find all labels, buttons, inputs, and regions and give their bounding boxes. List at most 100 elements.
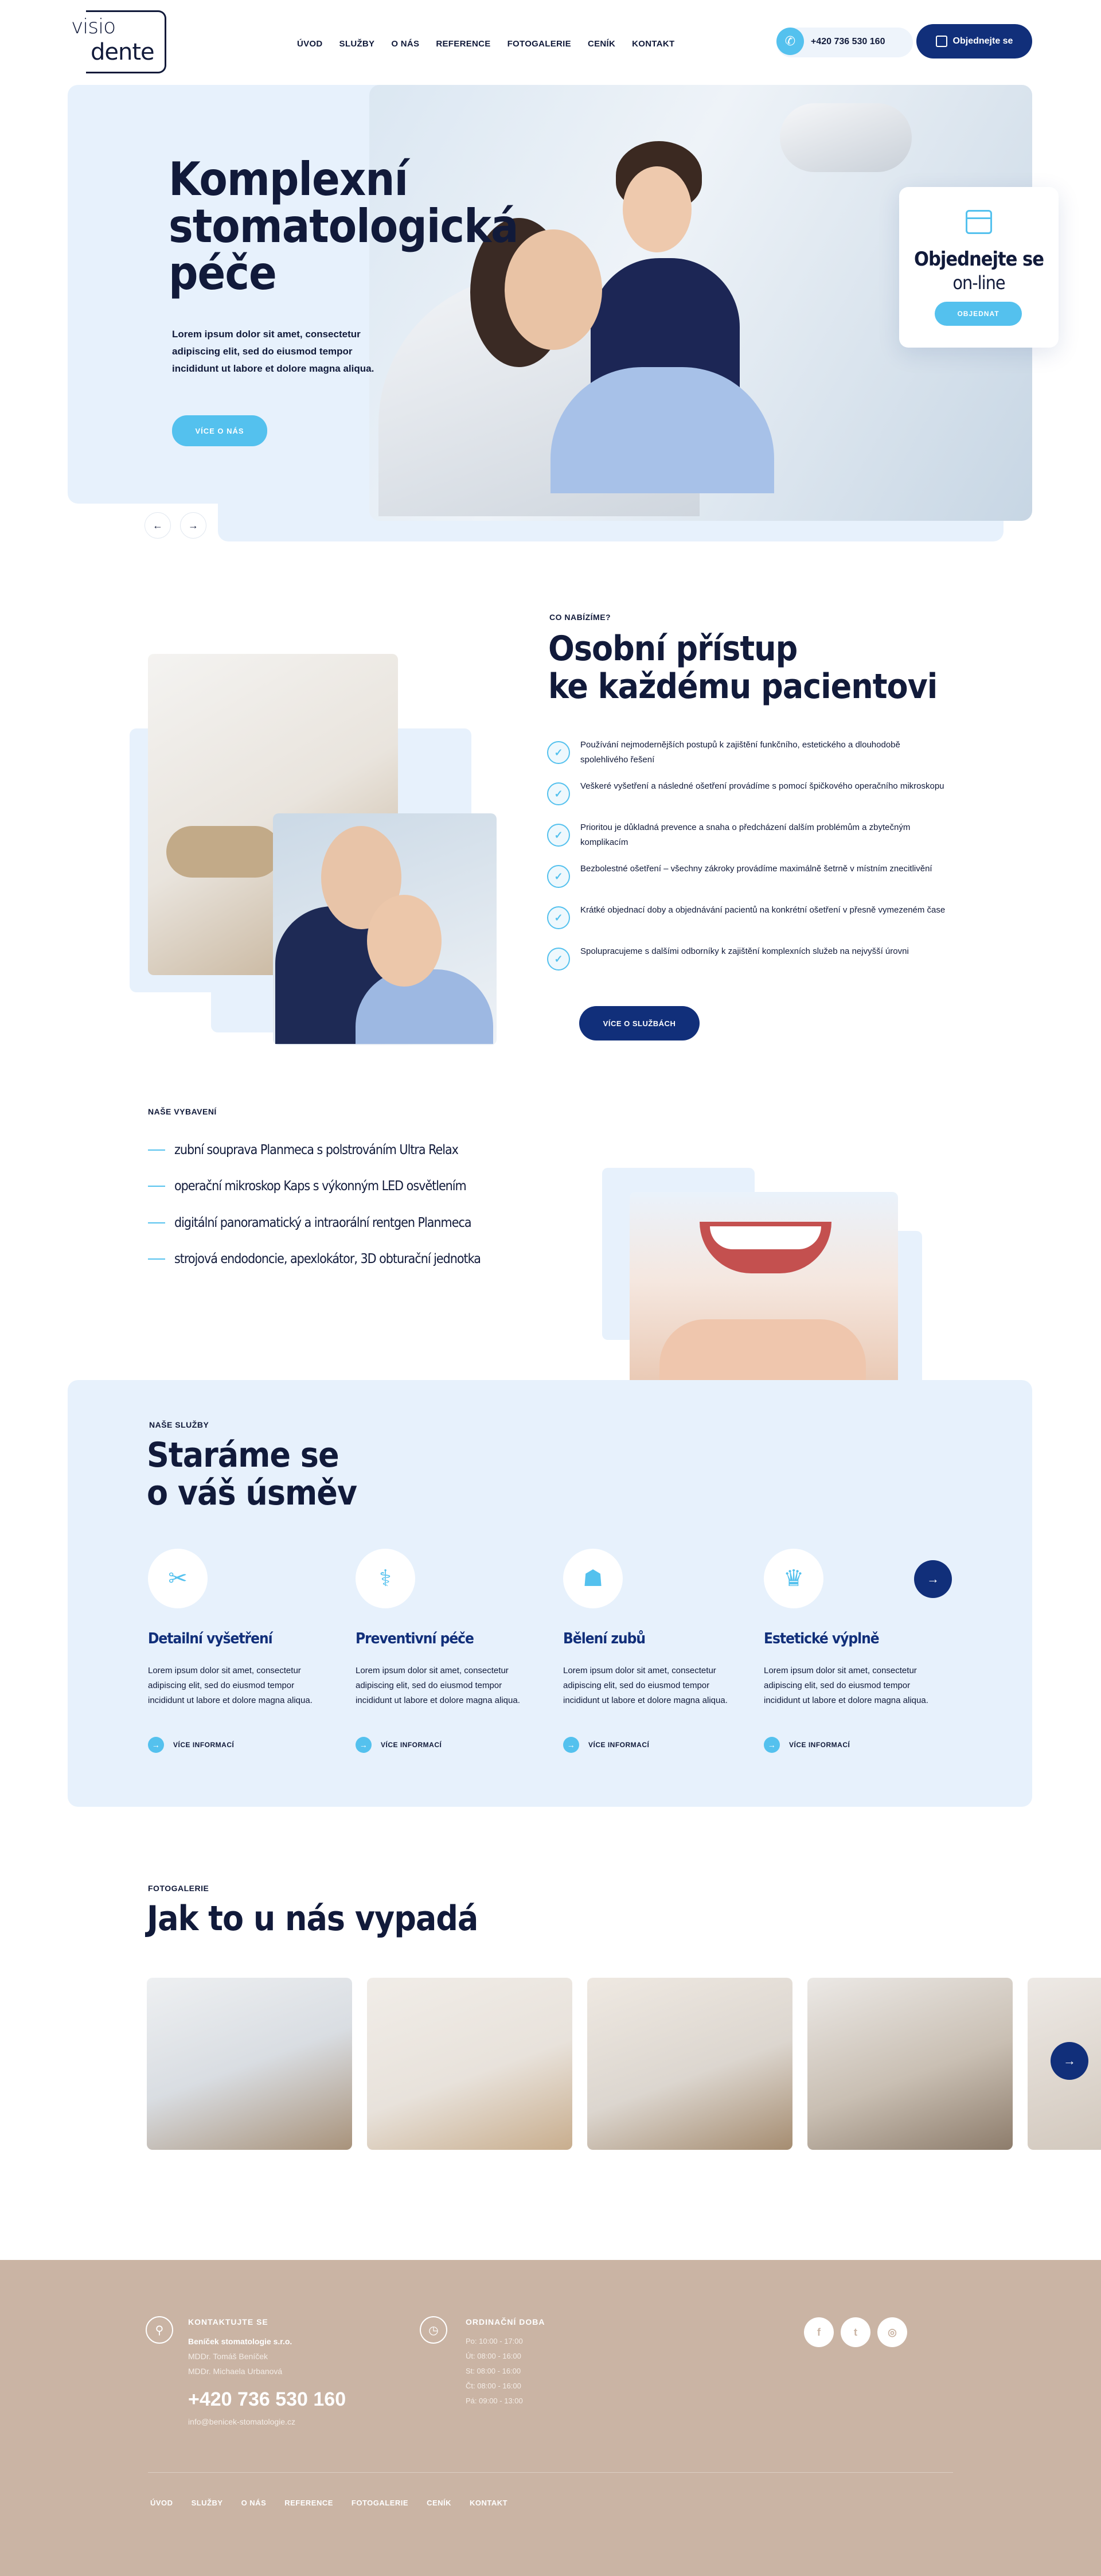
equipment-item: zubní souprava Planmeca s polstrováním U… <box>148 1143 459 1158</box>
service-more-link[interactable]: → VÍCE INFORMACÍ <box>563 1737 649 1753</box>
offer-item: Používání nejmodernějších postupů k zaji… <box>580 740 900 765</box>
nav-cenik[interactable]: CENÍK <box>588 39 615 49</box>
hero-dentist-face <box>623 166 692 252</box>
tooth-brush-icon: ⚕ <box>356 1549 415 1608</box>
footer-phone[interactable]: +420 736 530 160 <box>188 2388 346 2411</box>
gallery-image[interactable] <box>367 1978 572 2150</box>
offer-patient-face <box>367 895 442 987</box>
services-kicker: NAŠE SLUŽBY <box>149 1420 209 1429</box>
tooth-icon: ☗ <box>563 1549 623 1608</box>
crown-tooth-icon: ♛ <box>764 1549 823 1608</box>
online-order-button[interactable]: OBJEDNAT <box>935 302 1022 326</box>
hero-patient-face <box>505 229 602 350</box>
service-name[interactable]: Detailní vyšetření <box>148 1630 273 1647</box>
equipment-item: strojová endodoncie, apexlokátor, 3D obt… <box>148 1252 481 1266</box>
service-more-link[interactable]: → VÍCE INFORMACÍ <box>148 1737 234 1753</box>
footer-hours-row: Čt: 08:00 - 16:00 <box>466 2382 521 2390</box>
calendar-icon <box>966 210 992 234</box>
nav-o-nas[interactable]: O NÁS <box>391 39 419 49</box>
footer-nav-reference[interactable]: REFERENCE <box>284 2499 333 2507</box>
footer-hours-row: Pá: 09:00 - 13:00 <box>466 2396 523 2405</box>
equipment-kicker: NAŠE VYBAVENÍ <box>148 1107 217 1116</box>
footer-nav-o-nas[interactable]: O NÁS <box>241 2499 267 2507</box>
facebook-icon[interactable]: f <box>804 2317 834 2347</box>
offer-kicker: CO NABÍZÍME? <box>549 613 611 622</box>
online-card-title: Objednejte se <box>913 248 1044 271</box>
arrow-right-icon: → <box>356 1737 372 1753</box>
offer-title: Osobní přístup ke každému pacientovi <box>548 629 938 707</box>
nav-reference[interactable]: REFERENCE <box>436 39 490 49</box>
equipment-item: digitální panoramatický a intraorální re… <box>148 1215 471 1230</box>
check-icon: ✓ <box>547 865 570 888</box>
offer-chair-shape <box>166 826 281 878</box>
calendar-icon <box>935 36 947 47</box>
offer-item: Veškeré vyšetření a následné ošetření pr… <box>580 781 944 791</box>
instagram-icon[interactable]: ◎ <box>877 2317 907 2347</box>
hero-lamp-shape <box>780 103 912 172</box>
order-button-label: Objednejte se <box>952 36 1013 46</box>
hero-more-button[interactable]: VÍCE O NÁS <box>172 415 267 446</box>
logo-text-bottom: dente <box>91 39 155 65</box>
offer-item: Bezbolestné ošetření – všechny zákroky p… <box>580 864 932 874</box>
check-icon: ✓ <box>547 906 570 929</box>
footer-company: Beníček stomatologie s.r.o. <box>188 2337 292 2346</box>
check-icon: ✓ <box>547 948 570 971</box>
services-next-arrow[interactable]: → <box>914 1560 952 1598</box>
order-button[interactable]: Objednejte se <box>916 24 1032 59</box>
tools-icon: ✂ <box>148 1549 208 1608</box>
smile-teeth-shape <box>710 1226 821 1249</box>
equipment-item: operační mikroskop Kaps s výkonným LED o… <box>148 1179 467 1194</box>
hero-text: Lorem ipsum dolor sit amet, consectetur … <box>172 329 374 374</box>
footer-hours-row: Út: 08:00 - 16:00 <box>466 2352 521 2360</box>
footer-person: MDDr. Michaela Urbanová <box>188 2367 283 2376</box>
footer-person: MDDr. Tomáš Beníček <box>188 2352 268 2361</box>
footer-hours-row: St: 08:00 - 16:00 <box>466 2367 521 2375</box>
gallery-image[interactable] <box>587 1978 792 2150</box>
hero-next-arrow[interactable]: → <box>180 512 206 539</box>
nav-sluzby[interactable]: SLUŽBY <box>339 39 375 49</box>
footer-nav-uvod[interactable]: ÚVOD <box>150 2499 173 2507</box>
offer-item: Spolupracujeme s dalšími odborníky k zaj… <box>580 946 909 956</box>
clock-icon: ◷ <box>420 2316 447 2344</box>
footer-email[interactable]: info@benicek-stomatologie.cz <box>188 2417 295 2426</box>
gallery-image[interactable] <box>147 1978 352 2150</box>
header-phone[interactable]: +420 736 530 160 <box>811 37 885 47</box>
service-text: Lorem ipsum dolor sit amet, consectetur … <box>764 1666 928 1705</box>
footer-divider <box>148 2472 953 2473</box>
footer-nav-sluzby[interactable]: SLUŽBY <box>192 2499 223 2507</box>
footer <box>0 2260 1101 2576</box>
service-text: Lorem ipsum dolor sit amet, consectetur … <box>563 1666 728 1705</box>
hero-title: Komplexní stomatologická péče <box>169 153 518 300</box>
twitter-icon[interactable]: t <box>841 2317 870 2347</box>
check-icon: ✓ <box>547 741 570 764</box>
gallery-title: Jak to u nás vypadá <box>147 1899 478 1939</box>
footer-contact-heading: KONTAKTUJTE SE <box>188 2317 268 2326</box>
offer-item: Prioritou je důkladná prevence a snaha o… <box>580 823 911 847</box>
gallery-kicker: FOTOGALERIE <box>148 1884 209 1893</box>
arrow-right-icon: → <box>563 1737 579 1753</box>
gallery-image[interactable] <box>807 1978 1013 2150</box>
nav-uvod[interactable]: ÚVOD <box>297 39 323 49</box>
service-name[interactable]: Bělení zubů <box>563 1630 646 1647</box>
nav-kontakt[interactable]: KONTAKT <box>632 39 674 49</box>
hero-prev-arrow[interactable]: ← <box>145 512 171 539</box>
arrow-right-icon: → <box>148 1737 164 1753</box>
check-icon: ✓ <box>547 782 570 805</box>
service-name[interactable]: Preventivní péče <box>356 1630 474 1647</box>
service-name[interactable]: Estetické výplně <box>764 1630 880 1647</box>
footer-hours-row: Po: 10:00 - 17:00 <box>466 2337 523 2345</box>
location-pin-icon: ⚲ <box>146 2316 173 2344</box>
nav-fotogalerie[interactable]: FOTOGALERIE <box>507 39 571 49</box>
offer-item: Krátké objednací doby a objednávání paci… <box>580 905 946 915</box>
footer-nav-cenik[interactable]: CENÍK <box>427 2499 451 2507</box>
more-services-button[interactable]: VÍCE O SLUŽBÁCH <box>579 1006 700 1040</box>
service-more-link[interactable]: → VÍCE INFORMACÍ <box>356 1737 442 1753</box>
gallery-next-arrow[interactable]: → <box>1051 2042 1088 2080</box>
footer-nav-kontakt[interactable]: KONTAKT <box>470 2499 507 2507</box>
services-title: Staráme se o váš úsměv <box>147 1435 357 1513</box>
logo-text-top: visio <box>71 15 116 38</box>
online-card-subtitle: on-line <box>952 272 1005 294</box>
service-more-link[interactable]: → VÍCE INFORMACÍ <box>764 1737 850 1753</box>
footer-nav: ÚVOD SLUŽBY O NÁS REFERENCE FOTOGALERIE … <box>150 2499 526 2507</box>
footer-nav-fotogalerie[interactable]: FOTOGALERIE <box>352 2499 408 2507</box>
